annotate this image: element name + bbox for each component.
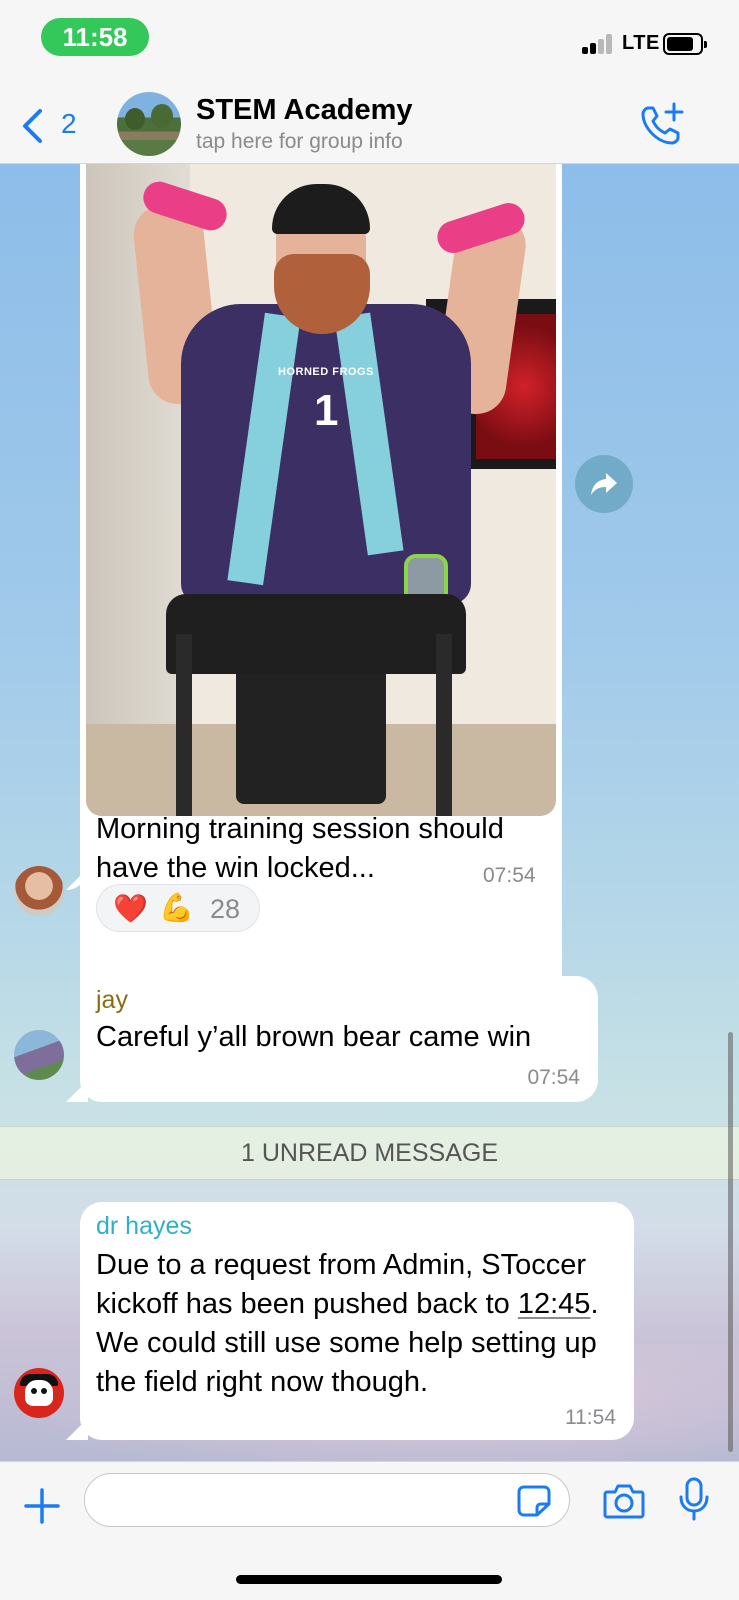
message-bubble-hayes[interactable]: dr hayes Due to a request from Admin, ST…	[80, 1202, 634, 1440]
message-bubble-jay[interactable]: jay Careful y’all brown bear came win 07…	[80, 976, 598, 1102]
avatar[interactable]	[14, 1030, 64, 1080]
chevron-left-icon	[23, 109, 42, 143]
camera-button[interactable]	[602, 1481, 646, 1521]
avatar[interactable]	[14, 1368, 64, 1418]
scrollbar[interactable]	[728, 1032, 733, 1452]
back-button[interactable]: 2	[20, 100, 90, 144]
share-arrow-icon	[591, 473, 617, 495]
microphone-button[interactable]	[677, 1476, 711, 1522]
battery-icon	[663, 33, 707, 55]
forward-button[interactable]	[575, 455, 633, 513]
message-text: Due to a request from Admin, SToccer kic…	[96, 1249, 599, 1398]
shirt-number: 1	[314, 386, 339, 435]
message-composer	[0, 1461, 739, 1600]
add-call-button[interactable]	[638, 100, 686, 148]
status-bar: 11:58 LTE	[0, 0, 739, 80]
camera-icon	[603, 1484, 645, 1519]
plus-icon	[24, 1488, 60, 1524]
message-time: 11:54	[565, 1406, 616, 1429]
add-call-icon	[641, 102, 684, 145]
group-info-hint[interactable]: tap here for group info	[196, 130, 403, 154]
shirt-text: HORNED FROGS	[278, 366, 374, 378]
chat-header: 2 STEM Academy tap here for group info	[0, 80, 739, 164]
message-time: 07:54	[483, 864, 536, 887]
status-time[interactable]: 11:58	[41, 18, 149, 56]
sticker-icon	[517, 1485, 551, 1517]
microphone-icon	[679, 1477, 709, 1521]
unread-banner: 1 UNREAD MESSAGE	[0, 1126, 739, 1180]
network-label: LTE	[622, 32, 660, 54]
heart-reaction: ❤️	[113, 893, 148, 924]
group-avatar[interactable]	[117, 92, 181, 156]
group-title[interactable]: STEM Academy	[196, 94, 413, 127]
unread-chats-count: 2	[61, 108, 77, 139]
home-indicator[interactable]	[236, 1575, 502, 1584]
reactions-pill[interactable]: ❤️ 💪 28	[96, 884, 260, 932]
signal-icon	[582, 34, 616, 54]
attach-button[interactable]	[22, 1486, 62, 1526]
photo-message-bubble[interactable]: HORNED FROGS 1	[80, 164, 562, 1080]
message-text: Careful y’all brown bear came win	[96, 1021, 532, 1053]
chat-area[interactable]: HORNED FROGS 1 Morning training session …	[0, 164, 739, 1461]
message-time: 07:54	[527, 1066, 580, 1089]
time-link[interactable]: 12:45	[518, 1288, 591, 1320]
muscle-reaction: 💪	[159, 892, 194, 923]
workout-photo[interactable]: HORNED FROGS 1	[86, 164, 556, 816]
sender-name[interactable]: jay	[96, 986, 128, 1015]
sticker-button[interactable]	[516, 1484, 552, 1518]
message-input[interactable]	[84, 1473, 570, 1527]
reaction-count: 28	[210, 894, 241, 924]
photo-caption: Morning training session should have the…	[96, 813, 504, 884]
avatar[interactable]	[14, 866, 64, 916]
sender-name[interactable]: dr hayes	[96, 1212, 192, 1241]
bubble-tail	[66, 1080, 88, 1102]
